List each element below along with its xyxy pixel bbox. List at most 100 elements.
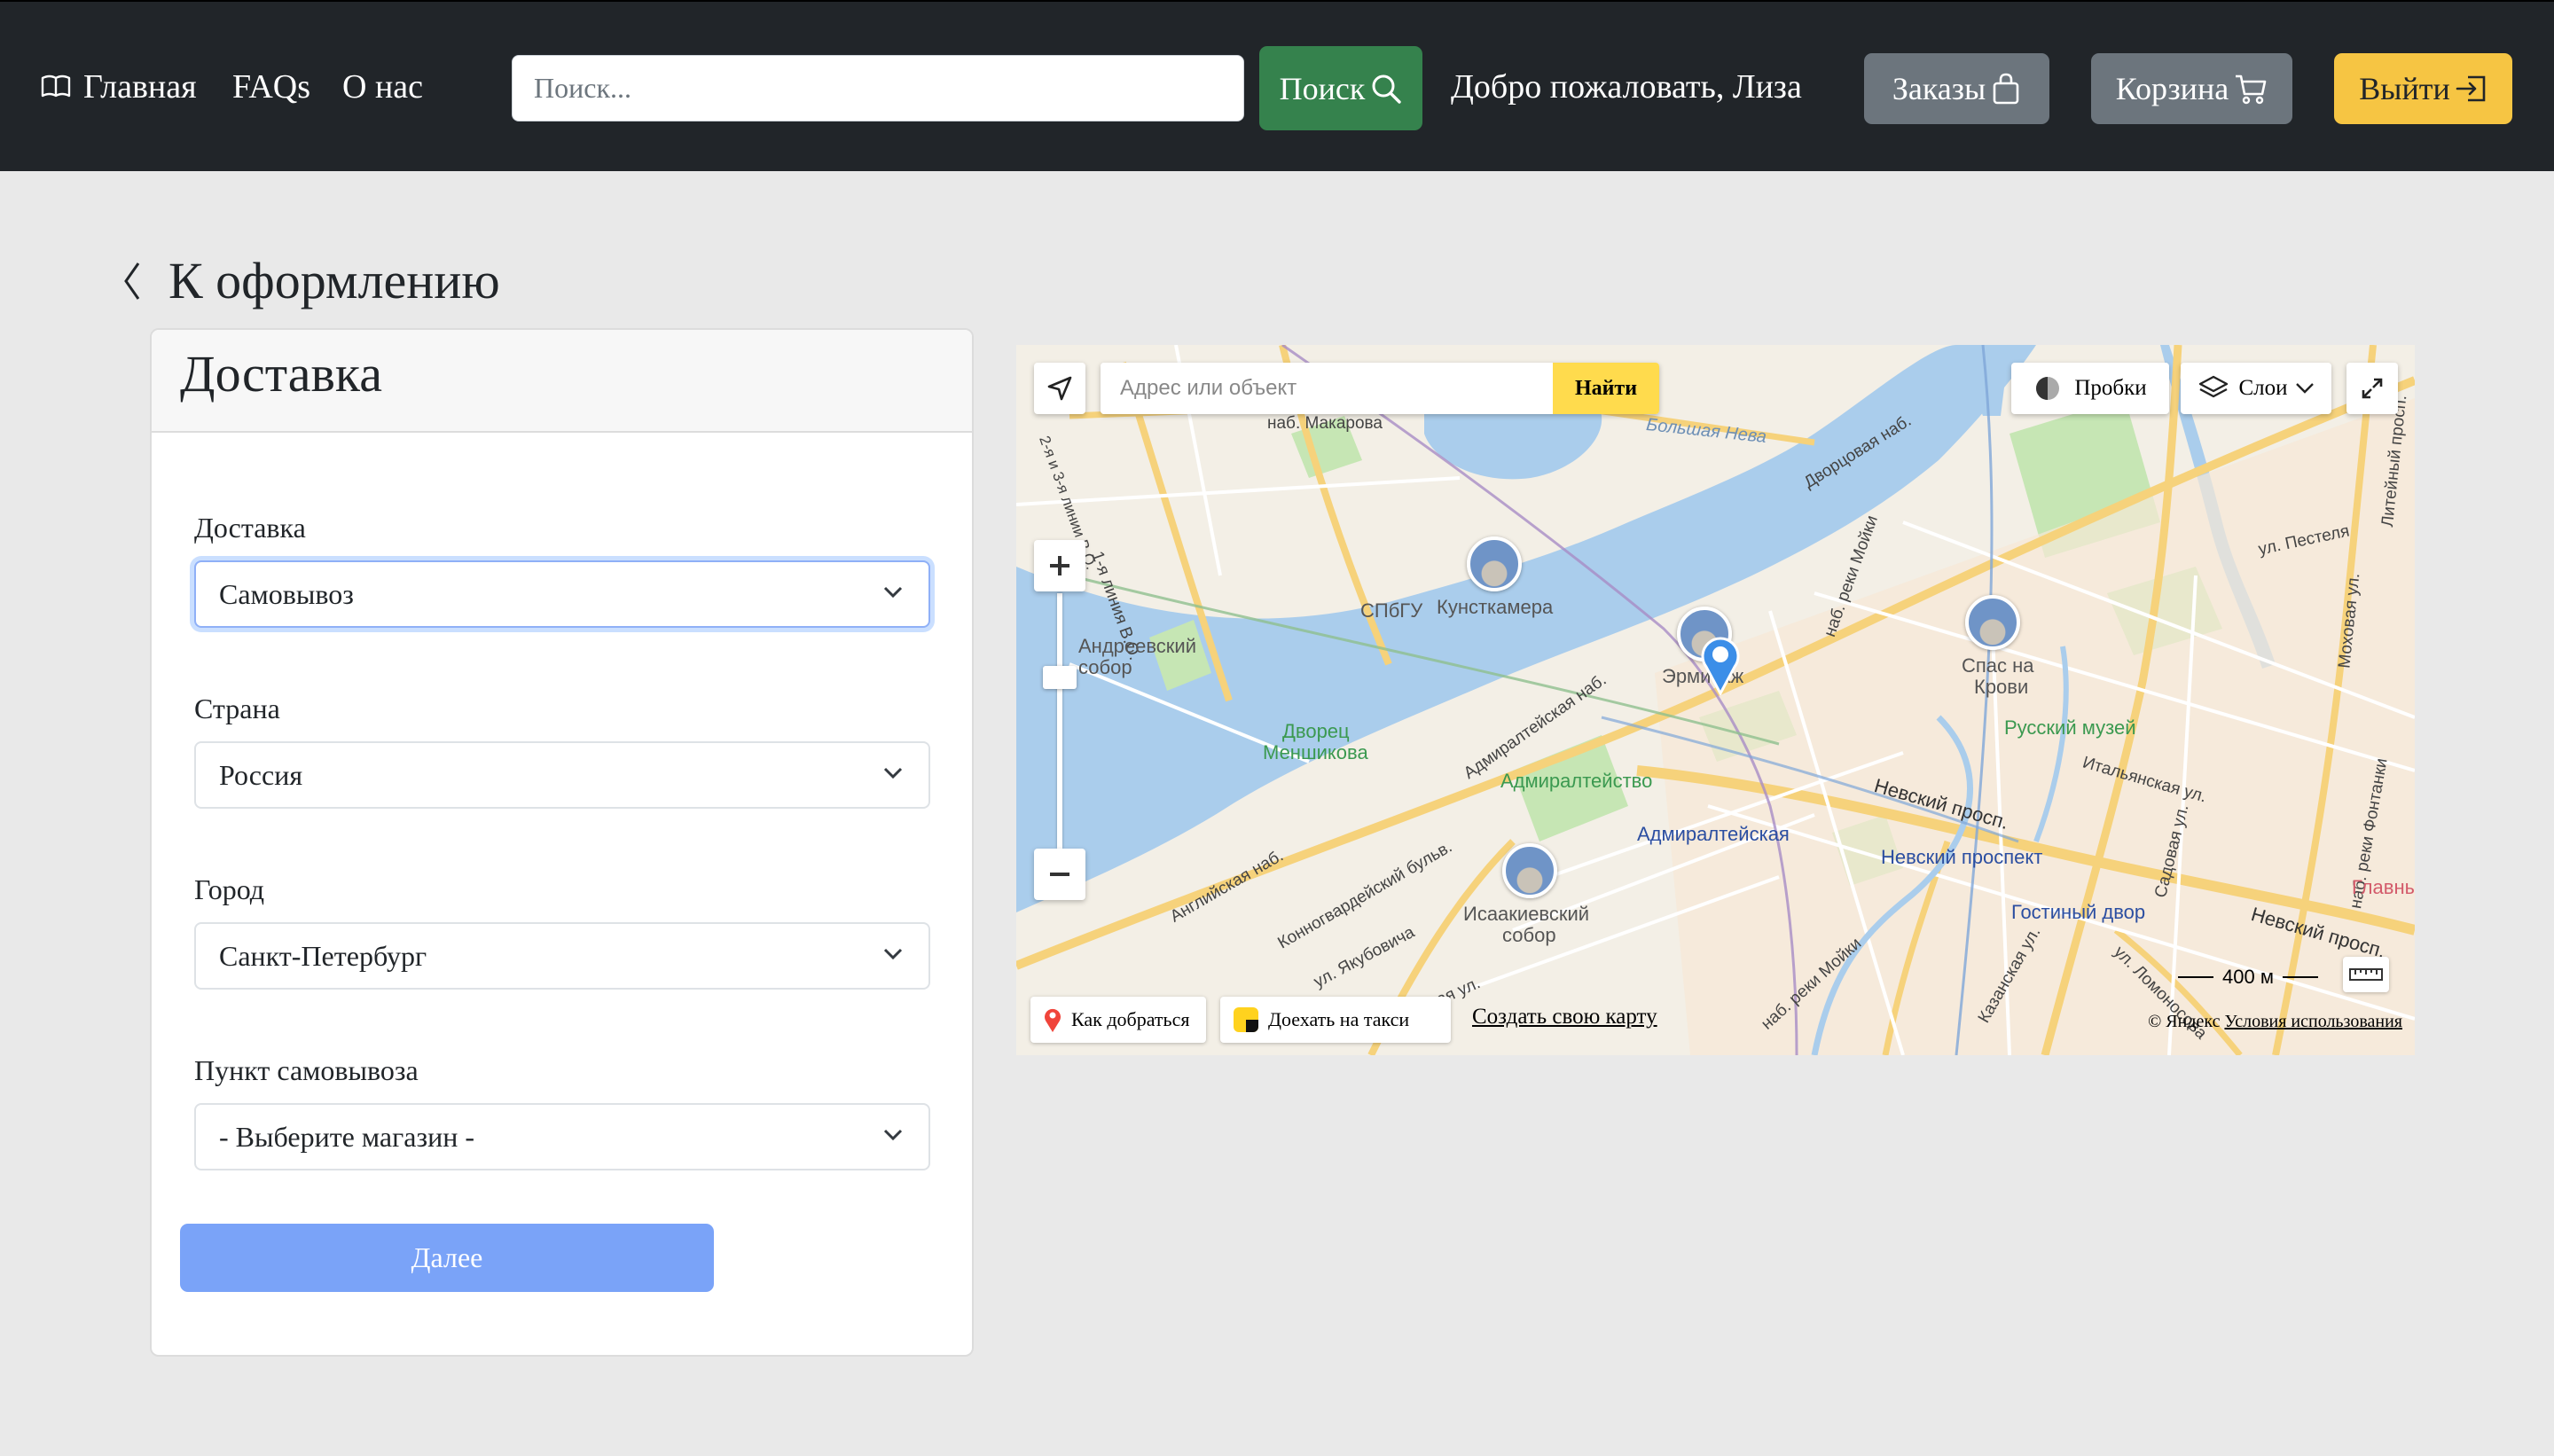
map-label-spas-2: Крови: [1974, 676, 2029, 698]
map-scale: 400 м: [2178, 966, 2318, 989]
search-icon: [1372, 74, 1402, 104]
map-label-andreevsky-1: Андреевский: [1078, 635, 1197, 657]
scale-line-right: [2282, 976, 2318, 978]
plus-icon: [1050, 556, 1069, 575]
map-traffic-button[interactable]: Пробки: [2011, 363, 2169, 414]
chevron-down-icon: [883, 948, 903, 960]
city-value: Санкт-Петербург: [219, 939, 427, 972]
chevron-down-icon: [2295, 383, 2314, 394]
search-input[interactable]: [512, 55, 1244, 121]
map-label-admiralteystvo: Адмиралтейство: [1500, 770, 1653, 792]
map-label-spbgu: СПбГУ: [1360, 599, 1423, 622]
taxi-icon: [1234, 1007, 1258, 1032]
map-label-gostiny: Гостиный двор: [2011, 901, 2146, 923]
cart-icon: [2236, 74, 2267, 105]
nav-faq-link[interactable]: FAQs: [232, 64, 310, 110]
map-pin-icon: [1045, 1008, 1061, 1032]
navbar: Главная FAQs О нас Поиск Добро пожаловат…: [0, 0, 2554, 171]
map-layers-label: Слои: [2238, 376, 2288, 400]
delivery-method-value: Самовывоз: [219, 577, 354, 610]
layers-icon: [2199, 375, 2229, 398]
chevron-down-icon: [883, 1129, 903, 1141]
map-search-box: Найти: [1101, 363, 1659, 414]
map-search-input[interactable]: [1101, 363, 1553, 414]
cart-button-label: Корзина: [2115, 71, 2229, 106]
map-label-russian-museum: Русский музей: [2004, 716, 2136, 739]
search-button[interactable]: Поиск: [1259, 46, 1422, 130]
map-label-andreevsky-2: собор: [1078, 656, 1132, 678]
map-label-isaac-1: Исаакиевский: [1463, 903, 1590, 925]
delivery-card-title: Доставка: [152, 330, 972, 433]
delivery-method-label: Доставка: [194, 512, 306, 544]
map-taxi-button[interactable]: Доехать на такси: [1220, 997, 1451, 1043]
nav-about-link[interactable]: О нас: [342, 64, 423, 110]
map-find-button[interactable]: Найти: [1553, 363, 1659, 414]
map-label-kunstkamera: Кунсткамера: [1437, 596, 1554, 618]
map-label-makarova: наб. Макарова: [1267, 414, 1383, 433]
map-route-button[interactable]: Как добраться: [1030, 997, 1206, 1043]
nav-home-label: Главная: [83, 68, 197, 106]
map-label-isaac-2: собор: [1502, 924, 1556, 946]
country-select[interactable]: Россия: [194, 741, 930, 809]
map-zoom-out-button[interactable]: [1034, 849, 1085, 900]
map-layers-button[interactable]: Слои: [2181, 363, 2331, 414]
map-label-glavny: Главны: [2352, 876, 2415, 898]
map-zoom-slider-handle[interactable]: [1043, 666, 1077, 689]
cart-button[interactable]: Корзина: [2091, 53, 2292, 124]
map-taxi-label: Доехать на такси: [1268, 1008, 1410, 1030]
map-ruler-button[interactable]: [2343, 957, 2389, 992]
chevron-down-icon: [883, 586, 903, 599]
isaac-photo-marker[interactable]: [1502, 843, 1557, 898]
map-create-link[interactable]: Создать свою карту: [1472, 1005, 1657, 1029]
map-copyright: © Яндекс Условия использования: [2148, 1012, 2402, 1032]
bag-icon: [1993, 73, 2019, 105]
kunstkamera-photo-marker[interactable]: [1467, 536, 1522, 591]
delivery-method-select[interactable]: Самовывоз: [194, 560, 930, 628]
location-pin-icon[interactable]: [1697, 633, 1743, 695]
map-tiles[interactable]: [1016, 345, 2415, 1055]
spas-photo-marker[interactable]: [1965, 595, 2020, 650]
back-link-label: К оформлению: [168, 252, 500, 309]
delivery-card: Доставка Доставка Самовывоз Страна Росси…: [150, 328, 974, 1357]
orders-button-label: Заказы: [1892, 71, 1986, 106]
yandex-map[interactable]: наб. Макарова Большая Нева Дворцовая наб…: [1016, 345, 2415, 1055]
map-fullscreen-button[interactable]: [2346, 363, 2398, 414]
map-traffic-label: Пробки: [2074, 376, 2147, 400]
city-select[interactable]: Санкт-Петербург: [194, 922, 930, 990]
map-zoom-track[interactable]: [1057, 593, 1062, 849]
book-icon: [41, 74, 71, 98]
country-value: Россия: [219, 758, 303, 791]
next-button[interactable]: Далее: [180, 1224, 714, 1292]
ruler-icon: [2349, 968, 2383, 981]
scale-line-left: [2178, 976, 2213, 978]
welcome-text: Добро пожаловать, Лиза: [1451, 68, 1802, 106]
map-label-admiralteyskaya: Адмиралтейская: [1637, 823, 1790, 845]
map-route-label: Как добраться: [1071, 1008, 1190, 1030]
pickup-point-label: Пункт самовывоза: [194, 1054, 419, 1086]
logout-button-label: Выйти: [2359, 71, 2450, 106]
map-label-spas-1: Спас на: [1962, 654, 2034, 677]
map-geolocation-button[interactable]: [1034, 363, 1085, 414]
map-scale-label: 400 м: [2222, 966, 2274, 988]
city-label: Город: [194, 873, 265, 905]
logout-button[interactable]: Выйти: [2334, 53, 2512, 124]
nav-home-link[interactable]: Главная: [41, 64, 197, 110]
map-terms-link[interactable]: Условия использования: [2224, 1012, 2402, 1031]
search-button-label: Поиск: [1279, 70, 1366, 106]
orders-button[interactable]: Заказы: [1864, 53, 2049, 124]
minus-icon: [1050, 873, 1069, 876]
back-to-checkout-link[interactable]: К оформлению: [122, 250, 500, 312]
map-copyright-text: © Яндекс: [2148, 1012, 2221, 1031]
pickup-point-value: - Выберите магазин -: [219, 1120, 474, 1153]
expand-icon: [2362, 378, 2383, 399]
traffic-light-icon: [2036, 377, 2060, 400]
pickup-point-select[interactable]: - Выберите магазин -: [194, 1103, 930, 1170]
chevron-left-icon: [124, 262, 140, 300]
country-label: Страна: [194, 693, 280, 724]
chevron-down-icon: [883, 767, 903, 779]
map-label-nevsky-prospekt: Невский проспект: [1881, 846, 2043, 868]
map-label-menshikov-1: Дворец: [1282, 720, 1350, 742]
map-label-menshikov-2: Меншикова: [1263, 741, 1368, 763]
map-zoom-in-button[interactable]: [1034, 540, 1085, 591]
navigation-arrow-icon: [1047, 376, 1072, 401]
